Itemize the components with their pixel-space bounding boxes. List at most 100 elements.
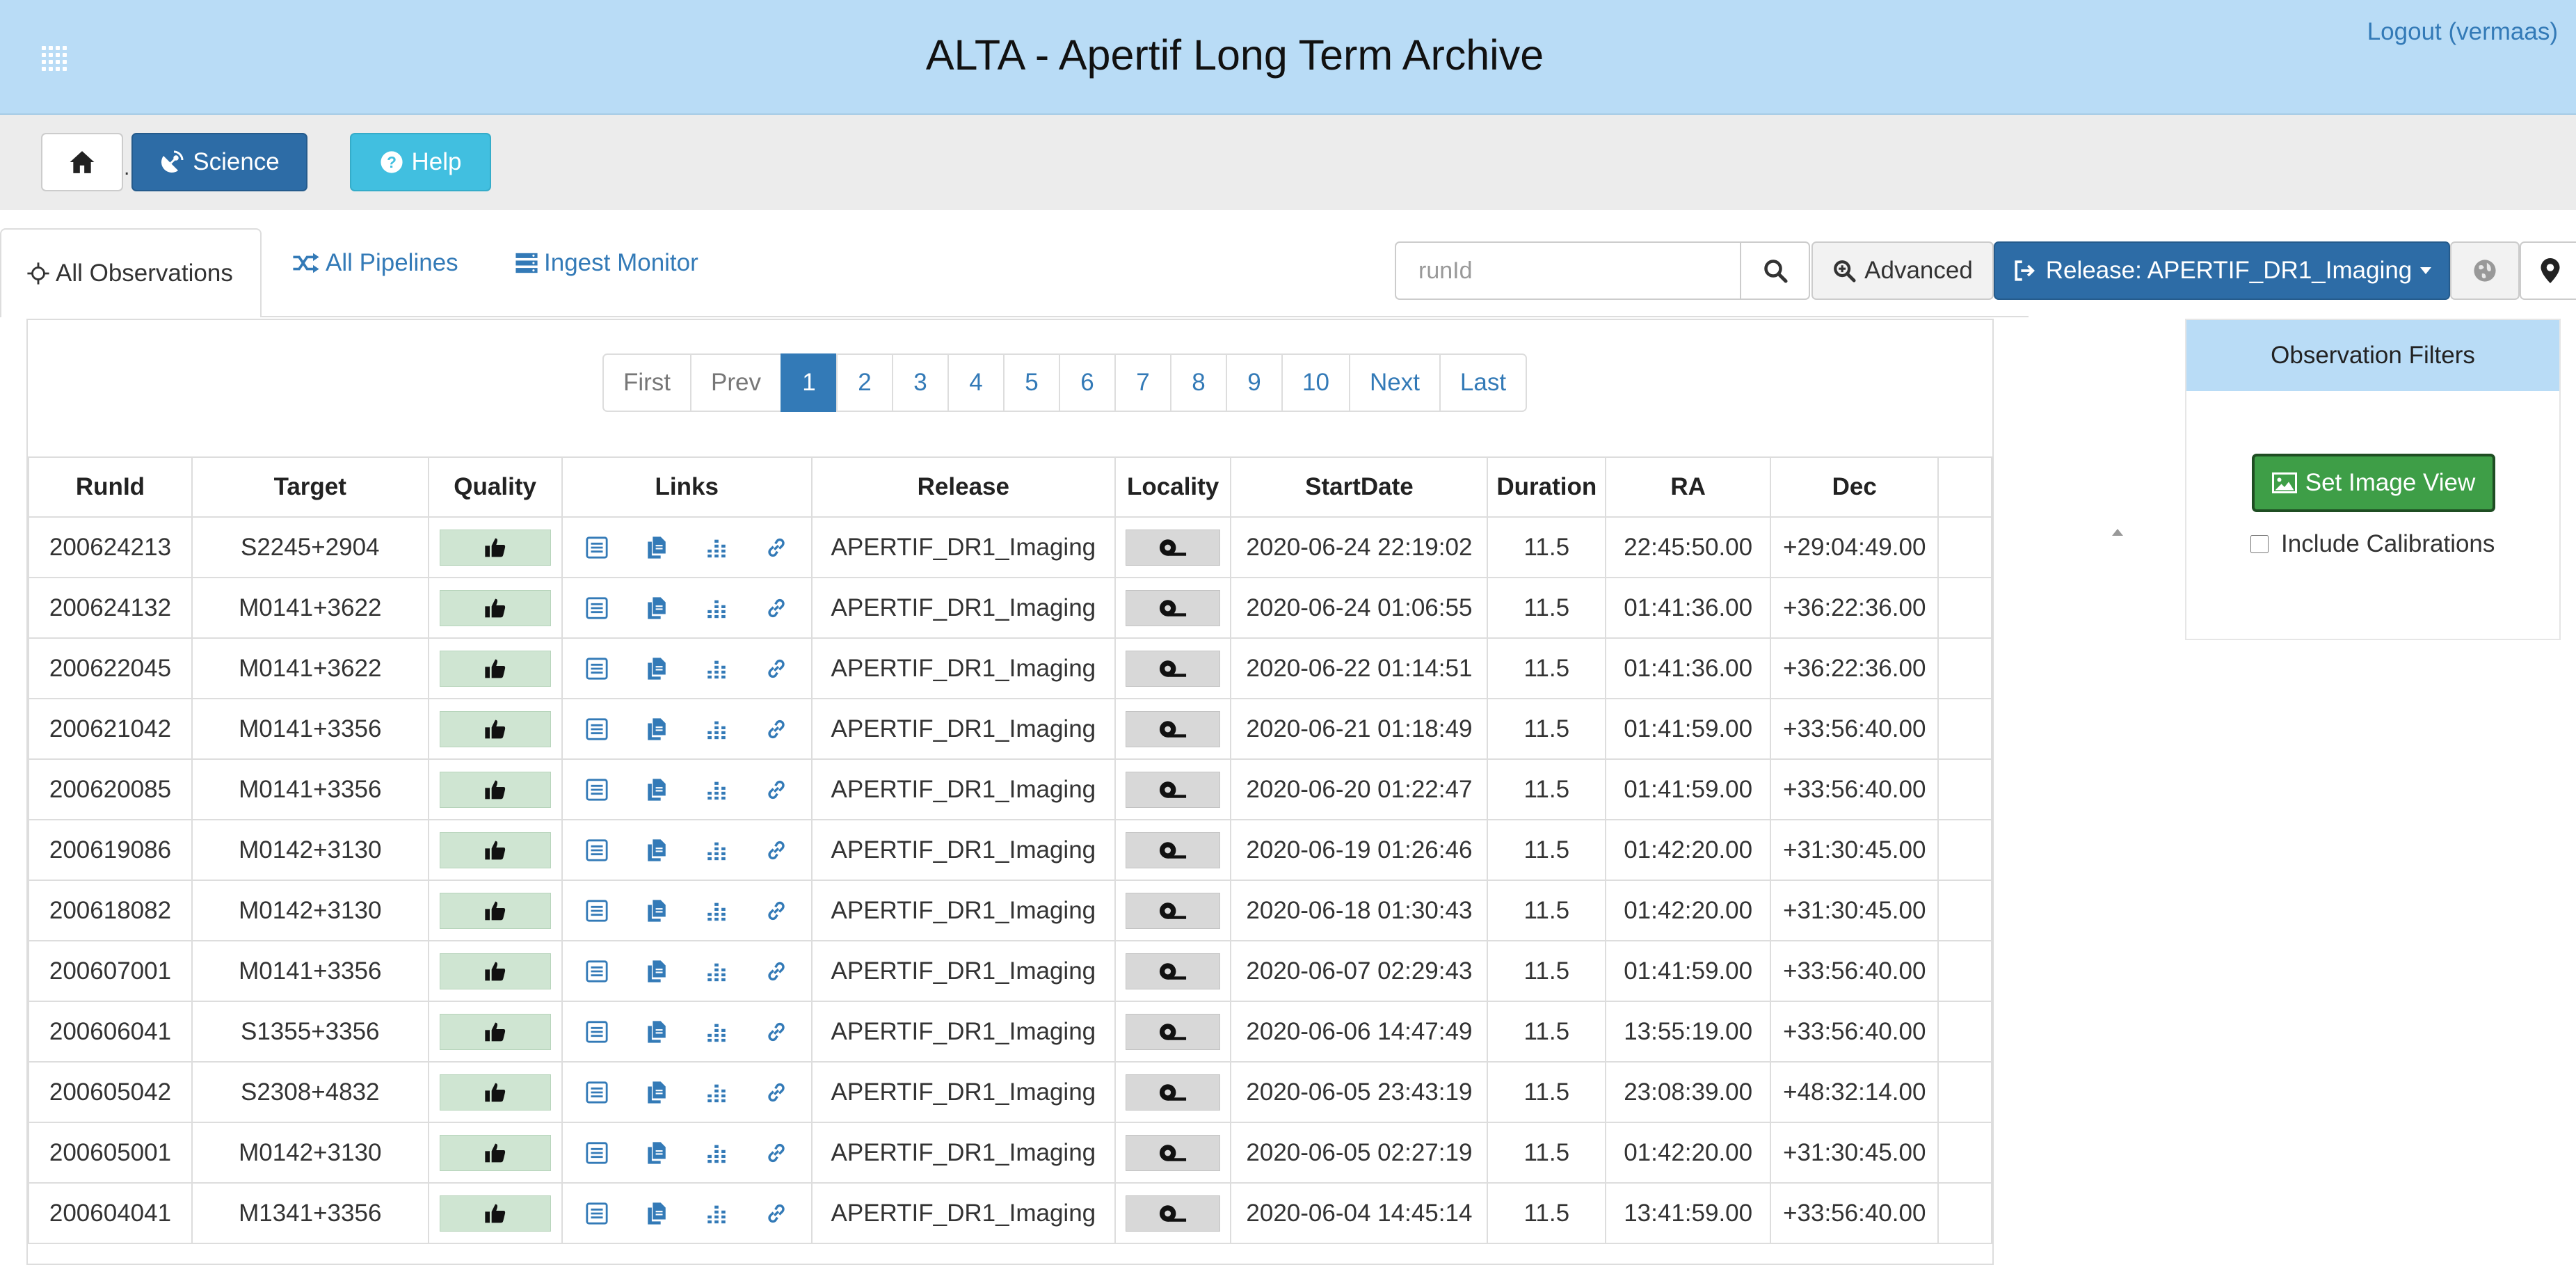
details-list-icon[interactable] xyxy=(584,898,610,924)
details-list-icon[interactable] xyxy=(584,777,610,803)
link-icon[interactable] xyxy=(763,595,790,621)
files-icon[interactable] xyxy=(643,1019,670,1045)
link-icon[interactable] xyxy=(763,837,790,864)
files-icon[interactable] xyxy=(643,958,670,985)
plots-chart-icon[interactable] xyxy=(703,595,730,621)
link-icon[interactable] xyxy=(763,716,790,742)
files-icon[interactable] xyxy=(643,534,670,561)
col-ra[interactable]: RA xyxy=(1605,456,1772,518)
plots-chart-icon[interactable] xyxy=(703,1200,730,1227)
files-icon[interactable] xyxy=(643,1200,670,1227)
details-list-icon[interactable] xyxy=(584,1140,610,1166)
plots-chart-icon[interactable] xyxy=(703,655,730,682)
cell-runid[interactable]: 200604041 xyxy=(28,1182,193,1244)
table-row[interactable]: 200605001 M0142+3130 APERTIF_DR1_Imaging 20… xyxy=(28,1122,1992,1184)
col-release[interactable]: Release xyxy=(810,456,1116,518)
link-icon[interactable] xyxy=(763,1200,790,1227)
plots-chart-icon[interactable] xyxy=(703,958,730,985)
tab-ingest-monitor[interactable]: Ingest Monitor xyxy=(515,228,698,298)
scroll-up-arrow[interactable] xyxy=(2112,529,2123,536)
table-row[interactable]: 200605042 S2308+4832 APERTIF_DR1_Imaging 20… xyxy=(28,1061,1992,1123)
details-list-icon[interactable] xyxy=(584,655,610,682)
table-row[interactable]: 200621042 M0141+3356 APERTIF_DR1_Imaging 20… xyxy=(28,698,1992,760)
page-3[interactable]: 3 xyxy=(892,353,950,412)
table-row[interactable]: 200604041 M1341+3356 APERTIF_DR1_Imaging 20… xyxy=(28,1182,1992,1244)
details-list-icon[interactable] xyxy=(584,1200,610,1227)
release-dropdown-button[interactable]: Release: APERTIF_DR1_Imaging xyxy=(1994,241,2450,300)
cell-runid[interactable]: 200624213 xyxy=(28,516,193,578)
science-button[interactable]: Science xyxy=(131,133,307,191)
page-2[interactable]: 2 xyxy=(836,353,894,412)
plots-chart-icon[interactable] xyxy=(703,1140,730,1166)
table-row[interactable]: 200624213 S2245+2904 APERTIF_DR1_Imaging 20… xyxy=(28,516,1992,578)
page-4[interactable]: 4 xyxy=(947,353,1005,412)
details-list-icon[interactable] xyxy=(584,958,610,985)
cell-runid[interactable]: 200606041 xyxy=(28,1001,193,1063)
page-10[interactable]: 10 xyxy=(1281,353,1350,412)
details-list-icon[interactable] xyxy=(584,534,610,561)
link-icon[interactable] xyxy=(763,777,790,803)
link-icon[interactable] xyxy=(763,1140,790,1166)
plots-chart-icon[interactable] xyxy=(703,716,730,742)
col-target[interactable]: Target xyxy=(191,456,429,518)
plots-chart-icon[interactable] xyxy=(703,777,730,803)
details-list-icon[interactable] xyxy=(584,716,610,742)
help-button[interactable]: ? Help xyxy=(350,133,491,191)
table-row[interactable]: 200606041 S1355+3356 APERTIF_DR1_Imaging 20… xyxy=(28,1001,1992,1063)
details-list-icon[interactable] xyxy=(584,1079,610,1106)
cell-runid[interactable]: 200607001 xyxy=(28,940,193,1002)
link-icon[interactable] xyxy=(763,655,790,682)
cell-runid[interactable]: 200618082 xyxy=(28,880,193,941)
logout-link[interactable]: Logout (vermaas) xyxy=(2367,18,2558,46)
table-row[interactable]: 200618082 M0142+3130 APERTIF_DR1_Imaging 20… xyxy=(28,880,1992,941)
plots-chart-icon[interactable] xyxy=(703,534,730,561)
files-icon[interactable] xyxy=(643,1079,670,1106)
plots-chart-icon[interactable] xyxy=(703,1019,730,1045)
globe-button[interactable] xyxy=(2450,241,2520,300)
page-last[interactable]: Last xyxy=(1439,353,1528,412)
files-icon[interactable] xyxy=(643,837,670,864)
cell-runid[interactable]: 200624132 xyxy=(28,577,193,639)
page-5[interactable]: 5 xyxy=(1003,353,1061,412)
home-button[interactable] xyxy=(41,133,123,191)
table-row[interactable]: 200622045 M0141+3622 APERTIF_DR1_Imaging 20… xyxy=(28,637,1992,699)
search-button[interactable] xyxy=(1741,241,1810,300)
details-list-icon[interactable] xyxy=(584,1019,610,1045)
table-row[interactable]: 200607001 M0141+3356 APERTIF_DR1_Imaging 20… xyxy=(28,940,1992,1002)
details-list-icon[interactable] xyxy=(584,595,610,621)
col-quality[interactable]: Quality xyxy=(427,456,563,518)
plots-chart-icon[interactable] xyxy=(703,837,730,864)
plots-chart-icon[interactable] xyxy=(703,898,730,924)
link-icon[interactable] xyxy=(763,534,790,561)
link-icon[interactable] xyxy=(763,1079,790,1106)
tab-all-observations[interactable]: All Observations xyxy=(0,228,262,317)
table-row[interactable]: 200624132 M0141+3622 APERTIF_DR1_Imaging 20… xyxy=(28,577,1992,639)
map-marker-button[interactable] xyxy=(2520,241,2576,300)
files-icon[interactable] xyxy=(643,1140,670,1166)
page-6[interactable]: 6 xyxy=(1059,353,1117,412)
table-row[interactable]: 200619086 M0142+3130 APERTIF_DR1_Imaging 20… xyxy=(28,819,1992,881)
tab-all-pipelines[interactable]: All Pipelines xyxy=(292,228,458,298)
table-row[interactable]: 200620085 M0141+3356 APERTIF_DR1_Imaging 20… xyxy=(28,758,1992,820)
col-duration[interactable]: Duration xyxy=(1487,456,1607,518)
link-icon[interactable] xyxy=(763,958,790,985)
page-7[interactable]: 7 xyxy=(1114,353,1172,412)
page-8[interactable]: 8 xyxy=(1170,353,1228,412)
set-image-view-button[interactable]: Set Image View xyxy=(2252,454,2495,512)
cell-runid[interactable]: 200605001 xyxy=(28,1122,193,1184)
cell-runid[interactable]: 200621042 xyxy=(28,698,193,760)
page-prev[interactable]: Prev xyxy=(690,353,783,412)
page-9[interactable]: 9 xyxy=(1226,353,1283,412)
link-icon[interactable] xyxy=(763,898,790,924)
files-icon[interactable] xyxy=(643,777,670,803)
cell-runid[interactable]: 200619086 xyxy=(28,819,193,881)
cell-runid[interactable]: 200622045 xyxy=(28,637,193,699)
include-calibrations-checkbox[interactable] xyxy=(2250,535,2269,553)
advanced-search-button[interactable]: Advanced xyxy=(1811,241,1994,300)
files-icon[interactable] xyxy=(643,595,670,621)
details-list-icon[interactable] xyxy=(584,837,610,864)
files-icon[interactable] xyxy=(643,655,670,682)
files-icon[interactable] xyxy=(643,716,670,742)
page-first[interactable]: First xyxy=(602,353,692,412)
cell-runid[interactable]: 200620085 xyxy=(28,758,193,820)
